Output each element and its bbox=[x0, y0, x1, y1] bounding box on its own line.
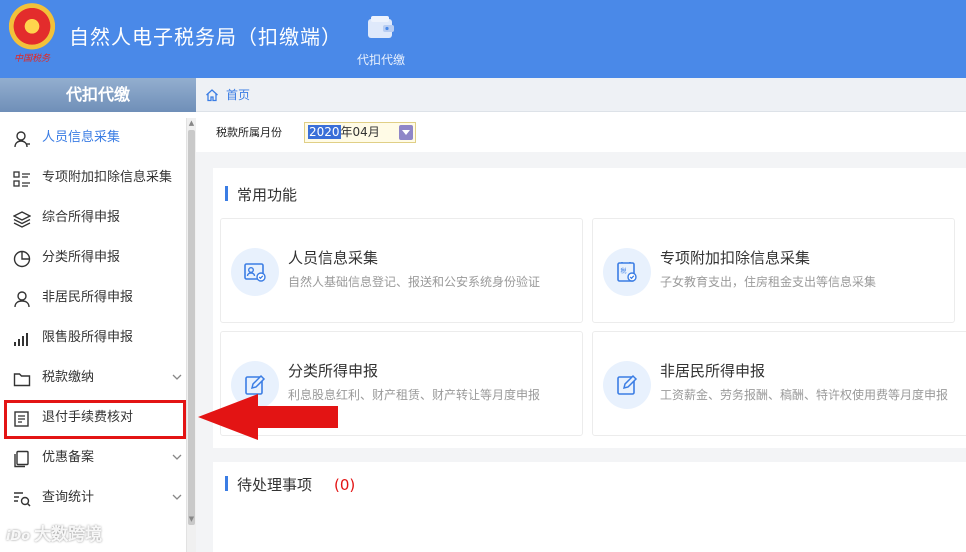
sidebar-item-special-deduction[interactable]: 专项附加扣除信息采集 bbox=[0, 158, 186, 198]
layers-icon bbox=[13, 211, 31, 228]
card-special-deduction[interactable]: 税 专项附加扣除信息采集 子女教育支出，住房租金支出等信息采集 bbox=[592, 218, 955, 323]
svg-text:税: 税 bbox=[621, 267, 627, 275]
sidebar-item-comprehensive-income[interactable]: 综合所得申报 bbox=[0, 198, 186, 238]
breadcrumb-home-link[interactable]: 首页 bbox=[226, 78, 250, 112]
card-title: 分类所得申报 bbox=[288, 362, 379, 380]
pending-items-title-text: 待处理事项 bbox=[237, 476, 313, 494]
card-description: 子女教育支出，住房租金支出等信息采集 bbox=[660, 275, 877, 289]
scroll-down-arrow-icon[interactable]: ▼ bbox=[187, 514, 196, 524]
module-withholding-button[interactable]: 代扣代缴 bbox=[342, 12, 420, 72]
app-header: 中国税务 自然人电子税务局（扣缴端） 代扣代缴 bbox=[0, 0, 966, 78]
emblem-caption: 中国税务 bbox=[13, 54, 50, 64]
home-icon[interactable] bbox=[205, 88, 219, 102]
search-list-icon bbox=[14, 492, 31, 507]
sidebar-item-label: 限售股所得申报 bbox=[42, 330, 134, 345]
sidebar-item-label: 退付手续费核对 bbox=[42, 410, 134, 425]
sidebar-item-label: 分类所得申报 bbox=[42, 250, 121, 265]
sidebar-item-restricted-shares[interactable]: 限售股所得申报 bbox=[0, 318, 186, 358]
card-icon-wrap: 税 bbox=[603, 248, 651, 296]
watermark-logo: iDo bbox=[6, 529, 31, 544]
watermark-text: 大数跨境 bbox=[34, 525, 103, 545]
receipt-icon bbox=[14, 411, 29, 427]
user-icon bbox=[14, 291, 30, 308]
pending-items-panel: 待处理事项 (0) bbox=[213, 462, 966, 552]
card-title: 人员信息采集 bbox=[288, 249, 379, 267]
sidebar-scrollbar[interactable]: ▲ ▼ bbox=[186, 118, 196, 552]
sidebar-title-text: 代扣代缴 bbox=[65, 85, 130, 104]
common-functions-title: 常用功能 bbox=[225, 184, 297, 205]
bar-chart-icon bbox=[14, 333, 28, 346]
sidebar-item-refund-fee-check[interactable]: 退付手续费核对 bbox=[0, 398, 186, 439]
sidebar-title: 代扣代缴 bbox=[0, 78, 196, 112]
card-personnel-info[interactable]: 人员信息采集 自然人基础信息登记、报送和公安系统身份验证 bbox=[220, 218, 583, 323]
tax-month-suffix: 年04月 bbox=[340, 125, 380, 139]
scroll-up-arrow-icon[interactable]: ▲ bbox=[187, 118, 196, 128]
person-icon bbox=[14, 131, 30, 148]
tax-emblem-logo bbox=[6, 2, 58, 56]
chevron-down-icon bbox=[172, 374, 182, 380]
breadcrumb: 首页 bbox=[196, 78, 966, 112]
sidebar: 代扣代缴 人员信息采集 专项附加扣除信息采集 综合所得申报 分类所得申报 非居民… bbox=[0, 78, 196, 552]
sidebar-item-label: 非居民所得申报 bbox=[42, 290, 134, 305]
filter-toolbar: 税款所属月份 2020年04月 bbox=[196, 112, 966, 152]
card-title: 专项附加扣除信息采集 bbox=[660, 249, 811, 267]
red-arrow-annotation bbox=[198, 394, 338, 440]
card-description: 自然人基础信息登记、报送和公安系统身份验证 bbox=[288, 275, 541, 289]
tax-month-year: 2020 bbox=[308, 125, 341, 139]
sidebar-item-query-statistics[interactable]: 查询统计 bbox=[0, 478, 186, 518]
sidebar-item-label: 税款缴纳 bbox=[42, 370, 95, 385]
module-label: 代扣代缴 bbox=[356, 53, 405, 67]
chevron-down-icon bbox=[172, 494, 182, 500]
wallet-icon bbox=[368, 16, 394, 38]
tax-form-icon: 税 bbox=[617, 262, 637, 282]
tax-month-label: 税款所属月份 bbox=[216, 126, 282, 139]
tax-month-select[interactable]: 2020年04月 bbox=[304, 122, 416, 143]
card-nonresident-income[interactable]: 非居民所得申报 工资薪金、劳务报酬、稿酬、特许权使用费等月度申报 bbox=[592, 331, 966, 436]
sidebar-menu: 人员信息采集 专项附加扣除信息采集 综合所得申报 分类所得申报 非居民所得申报 … bbox=[0, 118, 186, 518]
sidebar-item-label: 优惠备案 bbox=[42, 450, 95, 465]
dropdown-arrow-icon[interactable] bbox=[399, 125, 413, 140]
sidebar-item-nonresident-income[interactable]: 非居民所得申报 bbox=[0, 278, 186, 318]
folder-icon bbox=[13, 373, 31, 387]
pending-items-title: 待处理事项 (0) bbox=[225, 474, 355, 495]
watermark: iDo 大数跨境 bbox=[6, 520, 136, 546]
chevron-down-icon bbox=[172, 454, 182, 460]
card-description: 工资薪金、劳务报酬、稿酬、特许权使用费等月度申报 bbox=[660, 388, 949, 402]
pending-count[interactable]: (0) bbox=[334, 476, 355, 494]
copy-icon bbox=[14, 450, 29, 468]
sidebar-item-preferential-filing[interactable]: 优惠备案 bbox=[0, 438, 186, 478]
sidebar-item-personnel-info[interactable]: 人员信息采集 bbox=[0, 118, 186, 158]
edit-icon bbox=[617, 374, 638, 395]
card-title: 非居民所得申报 bbox=[660, 362, 766, 380]
list-icon bbox=[13, 171, 30, 187]
scrollbar-thumb[interactable] bbox=[188, 130, 195, 525]
sidebar-item-label: 查询统计 bbox=[42, 490, 95, 505]
id-card-icon bbox=[244, 263, 266, 282]
card-icon-wrap bbox=[231, 248, 279, 296]
card-icon-wrap bbox=[603, 361, 651, 409]
pie-icon bbox=[13, 250, 31, 268]
app-title: 自然人电子税务局（扣缴端） bbox=[69, 25, 342, 49]
sidebar-item-classified-income[interactable]: 分类所得申报 bbox=[0, 238, 186, 278]
sidebar-item-label: 人员信息采集 bbox=[42, 130, 121, 145]
sidebar-item-tax-payment[interactable]: 税款缴纳 bbox=[0, 358, 186, 398]
sidebar-item-label: 综合所得申报 bbox=[42, 210, 121, 225]
sidebar-item-label: 专项附加扣除信息采集 bbox=[42, 170, 173, 185]
